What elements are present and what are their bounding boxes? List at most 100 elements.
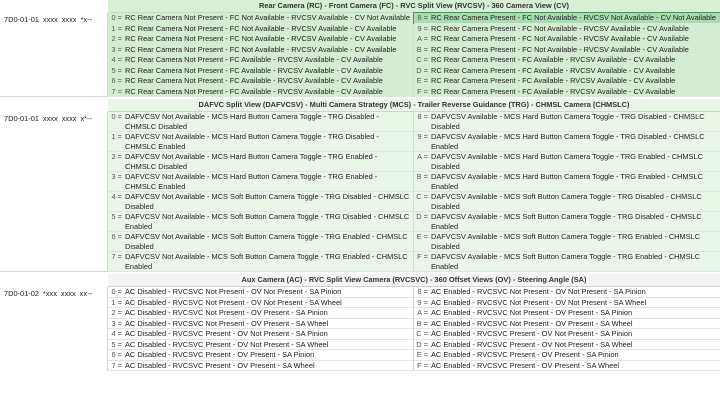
value-desc: DAFVCSV Available - MCS Hard Button Came… xyxy=(431,112,705,131)
value-cell[interactable]: F = AC Enabled - RVCSVC Present - OV Pres… xyxy=(414,360,720,371)
value-key: 3 = xyxy=(111,318,122,328)
value-cell[interactable]: 7 = DAFVCSV Not Available - MCS Soft Butt… xyxy=(108,252,414,272)
section-title[interactable]: Aux Camera (AC) - RVC Split View Camera … xyxy=(108,274,720,287)
value-cell[interactable]: F = RC Rear Camera Present - FC Available… xyxy=(414,86,720,97)
value-desc: AC Disabled - RVCSVC Present - OV Not Pr… xyxy=(125,329,328,338)
value-desc: RC Rear Camera Present - FC Not Availabl… xyxy=(431,23,689,33)
value-key: D = xyxy=(416,212,428,221)
value-cell[interactable]: 3 = RC Rear Camera Not Present - FC Not A… xyxy=(108,44,414,55)
value-key: 8 = xyxy=(417,112,428,121)
value-cell[interactable]: 9 = DAFVCSV Available - MCS Hard Button C… xyxy=(414,132,720,152)
value-cell[interactable]: 5 = AC Disabled - RVCSVC Present - OV Not… xyxy=(108,339,414,350)
value-key: B = xyxy=(416,44,428,54)
value-cell[interactable]: B = DAFVCSV Available - MCS Hard Button C… xyxy=(414,172,720,192)
value-desc: AC Enabled - RVCSVC Present - OV Not Pre… xyxy=(431,339,633,349)
value-cell[interactable]: 1 = DAFVCSV Not Available - MCS Hard Butt… xyxy=(108,132,414,152)
value-desc: RC Rear Camera Not Present - FC Not Avai… xyxy=(125,44,397,54)
value-cell[interactable]: E = AC Enabled - RVCSVC Present - OV Pres… xyxy=(414,350,720,361)
value-desc: AC Enabled - RVCSVC Not Present - OV Pre… xyxy=(431,318,633,328)
bits-3: *x-- xyxy=(80,15,92,24)
byte-id-cell[interactable]: 7D0-01-02 *xxx xxxx xx-- xyxy=(0,287,108,371)
value-cell[interactable]: 0 = DAFVCSV Not Available - MCS Hard Butt… xyxy=(108,112,414,132)
section-title[interactable]: Rear Camera (RC) - Front Camera (FC) - R… xyxy=(108,0,720,13)
value-cell[interactable]: B = AC Enabled - RVCSVC Not Present - OV … xyxy=(414,318,720,329)
bits-2: xxxx xyxy=(61,15,77,24)
value-key: 1 = xyxy=(111,132,122,141)
value-cell[interactable]: 6 = DAFVCSV Not Available - MCS Soft Butt… xyxy=(108,232,414,252)
value-cell[interactable]: 6 = AC Disabled - RVCSVC Present - OV Pre… xyxy=(108,350,414,361)
value-key: 3 = xyxy=(111,44,122,54)
value-cell[interactable]: C = AC Enabled - RVCSVC Present - OV Not … xyxy=(414,329,720,340)
section-rear-camera: Rear Camera (RC) - Front Camera (FC) - R… xyxy=(0,0,720,97)
value-key: 3 = xyxy=(111,172,122,181)
value-cell[interactable]: 7 = AC Disabled - RVCSVC Present - OV Pre… xyxy=(108,360,414,371)
value-desc: AC Disabled - RVCSVC Present - OV Not Pr… xyxy=(125,339,329,349)
value-cell[interactable]: A = RC Rear Camera Present - FC Not Avail… xyxy=(414,34,720,45)
value-cell[interactable]: 7 = RC Rear Camera Not Present - FC Avail… xyxy=(108,86,414,97)
value-desc: RC Rear Camera Present - FC Available - … xyxy=(431,76,676,85)
value-desc: RC Rear Camera Present - FC Available - … xyxy=(431,65,676,75)
value-key: E = xyxy=(416,232,428,241)
value-key: 7 = xyxy=(111,86,122,96)
byte-id-cell[interactable]: 7D0-01-01 xxxx xxxx x*-- xyxy=(0,112,108,272)
value-cell[interactable]: E = DAFVCSV Available - MCS Soft Button C… xyxy=(414,232,720,252)
value-desc: DAFVCSV Available - MCS Soft Button Came… xyxy=(431,192,702,211)
value-desc: RC Rear Camera Not Present - FC Not Avai… xyxy=(125,13,410,22)
value-cell[interactable]: 4 = RC Rear Camera Not Present - FC Avail… xyxy=(108,55,414,66)
value-cell[interactable]: 0 = AC Disabled - RVCSVC Not Present - OV… xyxy=(108,287,414,298)
value-cell[interactable]: 5 = RC Rear Camera Not Present - FC Avail… xyxy=(108,65,414,76)
value-key: 6 = xyxy=(111,232,122,241)
value-desc: RC Rear Camera Present - FC Available - … xyxy=(431,55,676,64)
value-desc: DAFVCSV Not Available - MCS Hard Button … xyxy=(125,132,379,151)
section-aux-camera: Aux Camera (AC) - RVC Split View Camera … xyxy=(0,274,720,371)
value-key: D = xyxy=(416,65,428,75)
value-key: 9 = xyxy=(417,23,428,33)
value-cell[interactable]: 4 = AC Disabled - RVCSVC Present - OV Not… xyxy=(108,329,414,340)
value-cell[interactable]: 8 = AC Enabled - RVCSVC Not Present - OV … xyxy=(414,287,720,298)
value-cell[interactable]: 0 = RC Rear Camera Not Present - FC Not A… xyxy=(108,13,414,24)
value-key: 7 = xyxy=(111,252,122,261)
address: 7D0-01-02 xyxy=(4,289,39,298)
value-cell[interactable]: D = DAFVCSV Available - MCS Soft Button C… xyxy=(414,212,720,232)
value-key: 2 = xyxy=(111,308,122,317)
bits-1: xxxx xyxy=(42,15,58,24)
value-cell[interactable]: F = DAFVCSV Available - MCS Soft Button C… xyxy=(414,252,720,272)
value-desc: DAFVCSV Not Available - MCS Soft Button … xyxy=(125,232,408,251)
value-desc: DAFVCSV Not Available - MCS Hard Button … xyxy=(125,172,378,191)
value-cell[interactable]: C = DAFVCSV Available - MCS Soft Button C… xyxy=(414,192,720,212)
value-key: 5 = xyxy=(111,65,122,75)
value-cell[interactable]: D = RC Rear Camera Present - FC Available… xyxy=(414,65,720,76)
value-cell[interactable]: A = DAFVCSV Available - MCS Hard Button C… xyxy=(414,152,720,172)
value-cell[interactable]: A = AC Enabled - RVCSVC Not Present - OV … xyxy=(414,308,720,319)
address: 7D0-01-01 xyxy=(4,15,39,24)
value-cell[interactable]: E = RC Rear Camera Present - FC Available… xyxy=(414,76,720,87)
value-cell[interactable]: B = RC Rear Camera Present - FC Not Avail… xyxy=(414,44,720,55)
value-cell[interactable]: 3 = DAFVCSV Not Available - MCS Hard Butt… xyxy=(108,172,414,192)
value-cell[interactable]: 4 = DAFVCSV Not Available - MCS Soft Butt… xyxy=(108,192,414,212)
value-cell[interactable]: 1 = AC Disabled - RVCSVC Not Present - OV… xyxy=(108,297,414,308)
value-cell[interactable]: 5 = DAFVCSV Not Available - MCS Soft Butt… xyxy=(108,212,414,232)
value-desc: RC Rear Camera Present - FC Available - … xyxy=(431,86,676,96)
value-cell[interactable]: 2 = RC Rear Camera Not Present - FC Not A… xyxy=(108,34,414,45)
value-cell[interactable]: 9 = AC Enabled - RVCSVC Not Present - OV … xyxy=(414,297,720,308)
value-desc: RC Rear Camera Not Present - FC Not Avai… xyxy=(125,23,397,33)
value-desc: AC Enabled - RVCSVC Not Present - OV Not… xyxy=(431,287,646,296)
byte-id-cell[interactable]: 7D0-01-01 xxxx xxxx *x-- xyxy=(0,13,108,97)
value-cell[interactable]: 2 = DAFVCSV Not Available - MCS Hard Butt… xyxy=(108,152,414,172)
value-key: F = xyxy=(417,86,428,96)
value-cell[interactable]: 8 = DAFVCSV Available - MCS Hard Button C… xyxy=(414,112,720,132)
bits-1: xxxx xyxy=(42,114,58,123)
value-cell[interactable]: 1 = RC Rear Camera Not Present - FC Not A… xyxy=(108,23,414,34)
section-title[interactable]: DAFVC Split View (DAFVCSV) - Multi Camer… xyxy=(108,99,720,112)
value-desc: DAFVCSV Available - MCS Hard Button Came… xyxy=(431,152,703,171)
value-cell-selected[interactable]: 8 = RC Rear Camera Present - FC Not Avail… xyxy=(413,12,720,25)
value-cell[interactable]: 3 = AC Disabled - RVCSVC Not Present - OV… xyxy=(108,318,414,329)
value-cell[interactable]: 6 = RC Rear Camera Not Present - FC Avail… xyxy=(108,76,414,87)
value-cell[interactable]: C = RC Rear Camera Present - FC Available… xyxy=(414,55,720,66)
value-cell[interactable]: 9 = RC Rear Camera Present - FC Not Avail… xyxy=(414,23,720,34)
value-key: 4 = xyxy=(111,55,122,64)
value-cell[interactable]: D = AC Enabled - RVCSVC Present - OV Not … xyxy=(414,339,720,350)
value-desc: RC Rear Camera Not Present - FC Not Avai… xyxy=(125,34,397,43)
value-cell[interactable]: 2 = AC Disabled - RVCSVC Not Present - OV… xyxy=(108,308,414,319)
value-desc: AC Disabled - RVCSVC Not Present - OV Pr… xyxy=(125,318,329,328)
